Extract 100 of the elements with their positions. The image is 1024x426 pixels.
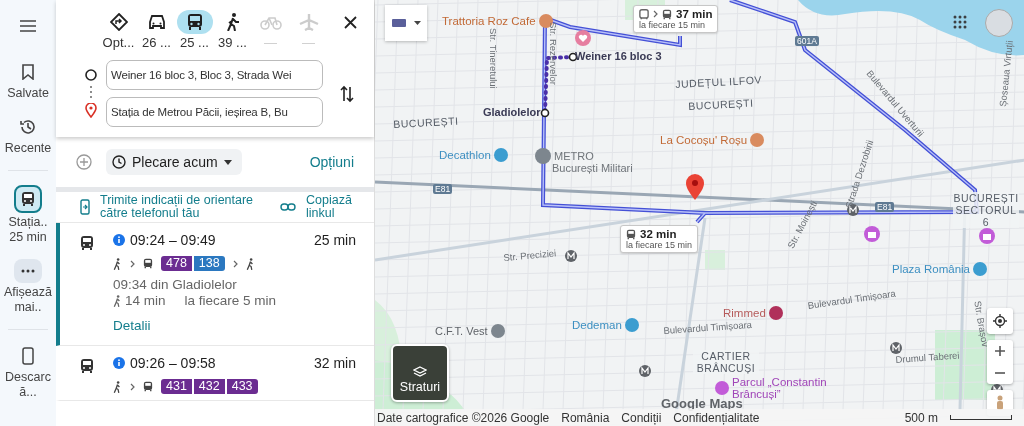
walk-mode-tab[interactable]: 39 ...: [215, 10, 250, 50]
route-option[interactable]: 09:26 – 09:58 32 min 431 432 433: [56, 346, 374, 401]
depart-dropdown[interactable]: Plecare acum: [106, 149, 242, 175]
phone-icon: [80, 199, 90, 215]
road-number-sign: 601A: [795, 36, 819, 46]
bus-line-badge: 138: [193, 256, 225, 271]
map-label: BUCUREȘTI SECTORUL 6: [953, 192, 1019, 228]
street-label: Bulevardul Timișoara: [663, 318, 753, 337]
chevron-icon: [130, 382, 135, 391]
walk-icon: [225, 13, 240, 31]
walk-icon: [245, 257, 255, 270]
map-label[interactable]: METRO: [554, 150, 594, 162]
walk-icon: [113, 257, 122, 270]
person-icon: [996, 395, 1004, 411]
metro-station-icon: [890, 342, 902, 354]
bus-line-badge: 431: [161, 379, 192, 394]
options-link[interactable]: Opțiuni: [309, 154, 354, 170]
street-label: Șoseaua Virtuții: [997, 40, 1016, 108]
close-icon: [343, 15, 357, 29]
road-number-sign: E81: [433, 184, 453, 194]
rail-recent-button[interactable]: Recente: [2, 115, 54, 156]
send-to-phone-link[interactable]: Trimite indicații de orientare către telefonul tău: [100, 194, 270, 220]
add-stop-icon[interactable]: [76, 154, 92, 170]
bus-icon: [662, 8, 672, 20]
map-label[interactable]: Gladiolelor: [483, 106, 541, 118]
footer-link[interactable]: România: [561, 410, 610, 425]
history-icon: [19, 118, 37, 136]
map-label[interactable]: Parcul „Constantin Brâncuși”: [732, 376, 832, 400]
my-location-button[interactable]: [987, 308, 1013, 334]
caret-icon: [413, 21, 421, 25]
bookmark-icon: [21, 64, 35, 80]
origin-field[interactable]: Weiner 16 bloc 3, Bloc 3, Strada Wei: [106, 60, 323, 90]
chevron-icon: [130, 259, 135, 268]
bus-icon: [21, 191, 35, 207]
info-icon[interactable]: [113, 234, 125, 246]
map-label[interactable]: Trattoria Roz Cafe: [442, 15, 536, 27]
airplane-icon: [298, 13, 319, 31]
street-label: Drumul Taberei: [895, 349, 960, 366]
street-label: Str. Preciziei: [503, 247, 557, 264]
car-icon: [147, 14, 166, 30]
attribution-text: Date cartografice ©2026 Google: [377, 410, 550, 425]
clock-icon: [112, 155, 126, 169]
bus-line-badge: 432: [193, 379, 225, 394]
street-label: Bulevardul Timișoara: [807, 287, 897, 312]
info-icon[interactable]: [113, 357, 125, 369]
map-label: CARTIER BRÂNCUȘI: [693, 350, 759, 374]
footer-link[interactable]: Condiții: [621, 410, 662, 425]
menu-icon: [20, 20, 36, 32]
bus-icon: [143, 381, 153, 392]
rail-more-button[interactable]: Afișează mai..: [2, 259, 54, 315]
route-callout[interactable]: 32 min la fiecare 15 min: [620, 225, 699, 253]
route-duration: 32 min: [313, 355, 356, 371]
copy-link[interactable]: Copiază linkul: [306, 194, 350, 220]
route-sign-icon: [109, 13, 128, 31]
rail-saved-button[interactable]: Salvate: [2, 60, 54, 101]
map-label: BUCUREȘTI: [688, 96, 754, 112]
rail-trip-button[interactable]: Stația.. 25 min: [2, 185, 54, 245]
best-mode-tab[interactable]: Opt...: [101, 10, 136, 50]
origin-circle-icon: [85, 69, 97, 81]
bus-icon: [80, 235, 94, 251]
walk-duration: 14 min: [125, 293, 166, 308]
heart-pin-icon: [575, 30, 591, 46]
map-label[interactable]: Rimmed: [723, 307, 766, 319]
scale-bar: [950, 415, 1012, 420]
chevron-icon: [653, 10, 658, 18]
minus-icon: [995, 372, 1005, 374]
map-label[interactable]: Weiner 16 bloc 3: [575, 50, 662, 62]
road-number-sign: E81: [875, 202, 895, 212]
keyboard-icon: [391, 19, 406, 27]
details-link[interactable]: Detalii: [113, 318, 151, 333]
map-label[interactable]: București Militari: [552, 162, 633, 174]
phone-icon: [22, 347, 34, 365]
map-label: JUDEȚUL ILFOV: [675, 73, 763, 90]
link-icon: [280, 203, 296, 211]
layers-button[interactable]: Straturi: [391, 344, 449, 402]
bus-icon: [143, 258, 153, 269]
route-duration: 25 min: [313, 232, 356, 248]
route-callout[interactable]: 37 min la fiecare 15 min: [633, 5, 719, 33]
destination-pin-icon: [686, 174, 704, 200]
bus-icon: [186, 13, 203, 31]
street-label: Str. Rezervelor: [547, 22, 559, 85]
caret-icon: [223, 159, 232, 165]
destination-field[interactable]: Stația de Metrou Păcii, ieșirea B, Bu: [106, 97, 323, 127]
metro-station-icon: [565, 250, 577, 262]
map-label[interactable]: La Cocoșu' Roșu: [660, 134, 748, 146]
footer-link[interactable]: Confidențialitate: [673, 410, 760, 425]
map-label[interactable]: C.F.T. Vest: [435, 325, 488, 337]
departure-text: 09:34 din Gladiolelor: [113, 277, 238, 292]
bus-icon: [80, 358, 94, 374]
keyboard-button[interactable]: [385, 5, 427, 41]
car-mode-tab[interactable]: 26 ...: [139, 10, 174, 50]
walk-icon: [113, 380, 122, 393]
dots-icon: [89, 85, 93, 99]
apps-grid-icon[interactable]: [953, 15, 967, 29]
bicycle-icon: [259, 14, 282, 30]
rail-download-button[interactable]: Descarcă...: [2, 344, 54, 400]
swap-icon: [340, 84, 354, 103]
route-time: 09:24 – 09:49: [130, 232, 216, 248]
frequency-text: la fiecare 5 min: [184, 293, 277, 308]
route-time: 09:26 – 09:58: [130, 355, 216, 371]
